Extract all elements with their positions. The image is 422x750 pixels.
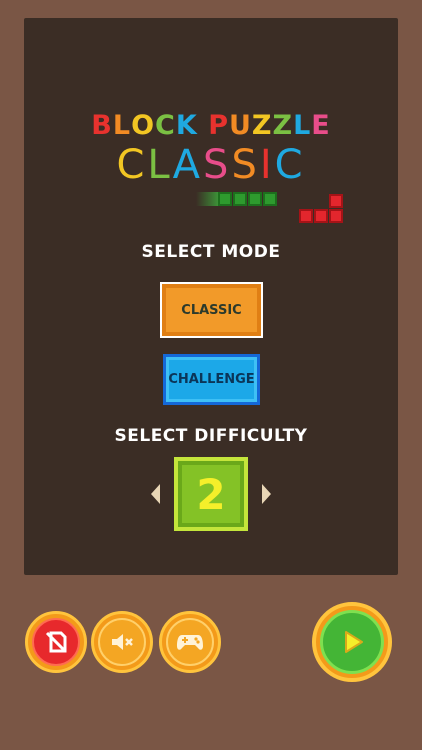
menu-panel: BLOCK PUZZLE CLASSIC SELECT MODE CLASSIC… [24, 18, 398, 575]
title-line2-letter: C [116, 142, 148, 188]
title-line1-letter [198, 110, 208, 141]
title-line1-letter: E [311, 110, 331, 141]
title-line2-letter: S [203, 142, 232, 188]
select-difficulty-label: SELECT DIFFICULTY [114, 426, 308, 446]
title-line2-letter: L [147, 142, 173, 188]
classic-mode-button[interactable]: CLASSIC [160, 282, 263, 338]
green-block-logo [196, 192, 278, 206]
title-line1-letter: B [91, 110, 113, 141]
game-title-line1: BLOCK PUZZLE [24, 110, 398, 141]
sound-toggle-button[interactable] [91, 611, 153, 673]
red-block-logo [299, 194, 343, 223]
title-line2-letter: A [172, 142, 204, 188]
title-line1-letter: U [228, 110, 252, 141]
title-line1-letter: P [208, 110, 229, 141]
title-line1-letter: Z [251, 110, 273, 141]
title-line1-letter: K [175, 110, 198, 141]
gamepad-icon [166, 618, 214, 666]
select-mode-label: SELECT MODE [141, 242, 281, 262]
play-icon [320, 610, 384, 674]
mute-icon [98, 618, 146, 666]
more-games-button[interactable] [159, 611, 221, 673]
play-button[interactable] [312, 602, 392, 682]
no-ads-icon [32, 618, 80, 666]
title-line2-letter: I [259, 142, 275, 188]
title-line1-letter: C [155, 110, 176, 141]
game-title-line2: CLASSIC [24, 142, 398, 188]
title-line2-letter: C [274, 142, 306, 188]
chevron-left-icon[interactable] [151, 484, 160, 504]
title-line2-letter: S [231, 142, 260, 188]
chevron-right-icon[interactable] [262, 484, 271, 504]
no-ads-button[interactable] [25, 611, 87, 673]
challenge-mode-button[interactable]: CHALLENGE [163, 354, 260, 405]
title-line1-letter: L [293, 110, 312, 141]
title-line1-letter: Z [272, 110, 294, 141]
title-line1-letter: O [131, 110, 156, 141]
title-line1-letter: L [112, 110, 132, 141]
difficulty-value: 2 [174, 457, 248, 531]
